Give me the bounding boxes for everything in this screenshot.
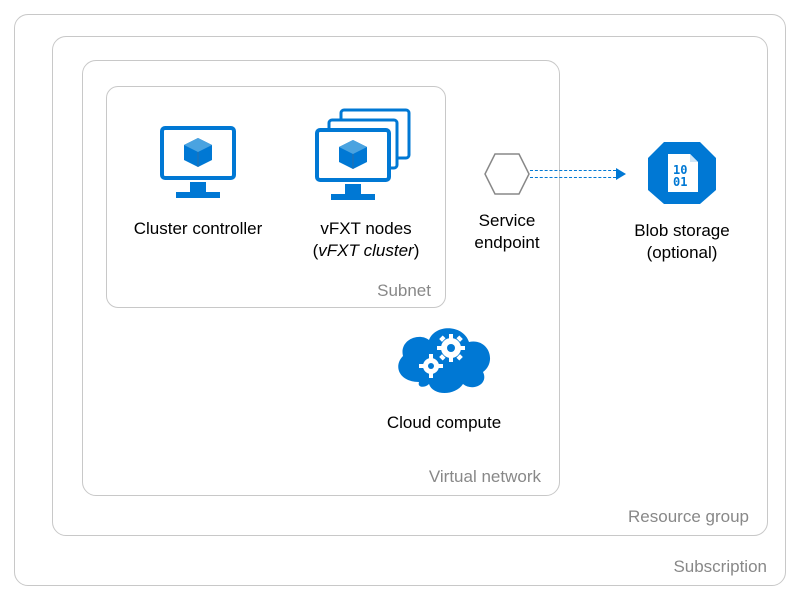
cloud-gears-icon (389, 318, 499, 398)
resource-group-label: Resource group (628, 507, 749, 527)
monitors-cube-icon (311, 108, 421, 204)
blob-storage-label: Blob storage (optional) (612, 220, 752, 264)
service-endpoint: Service endpoint (452, 152, 562, 254)
monitor-cube-icon (156, 122, 240, 204)
cluster-controller-label: Cluster controller (118, 218, 278, 240)
blob-storage-icon: 10 01 (646, 140, 718, 206)
service-endpoint-label: Service endpoint (452, 210, 562, 254)
svg-text:01: 01 (673, 175, 687, 189)
arrow-endpoint-to-blob (530, 170, 616, 178)
blob-storage: 10 01 Blob storage (optional) (612, 140, 752, 264)
cluster-controller: Cluster controller (118, 122, 278, 240)
subnet-label: Subnet (377, 281, 431, 301)
subscription-label: Subscription (673, 557, 767, 577)
vfxt-nodes-label: vFXT nodes (vFXT cluster) (286, 218, 446, 262)
cloud-compute: Cloud compute (364, 318, 524, 434)
vfxt-nodes: vFXT nodes (vFXT cluster) (286, 108, 446, 262)
cloud-compute-label: Cloud compute (364, 412, 524, 434)
virtual-network-label: Virtual network (429, 467, 541, 487)
hexagon-icon (483, 152, 531, 196)
